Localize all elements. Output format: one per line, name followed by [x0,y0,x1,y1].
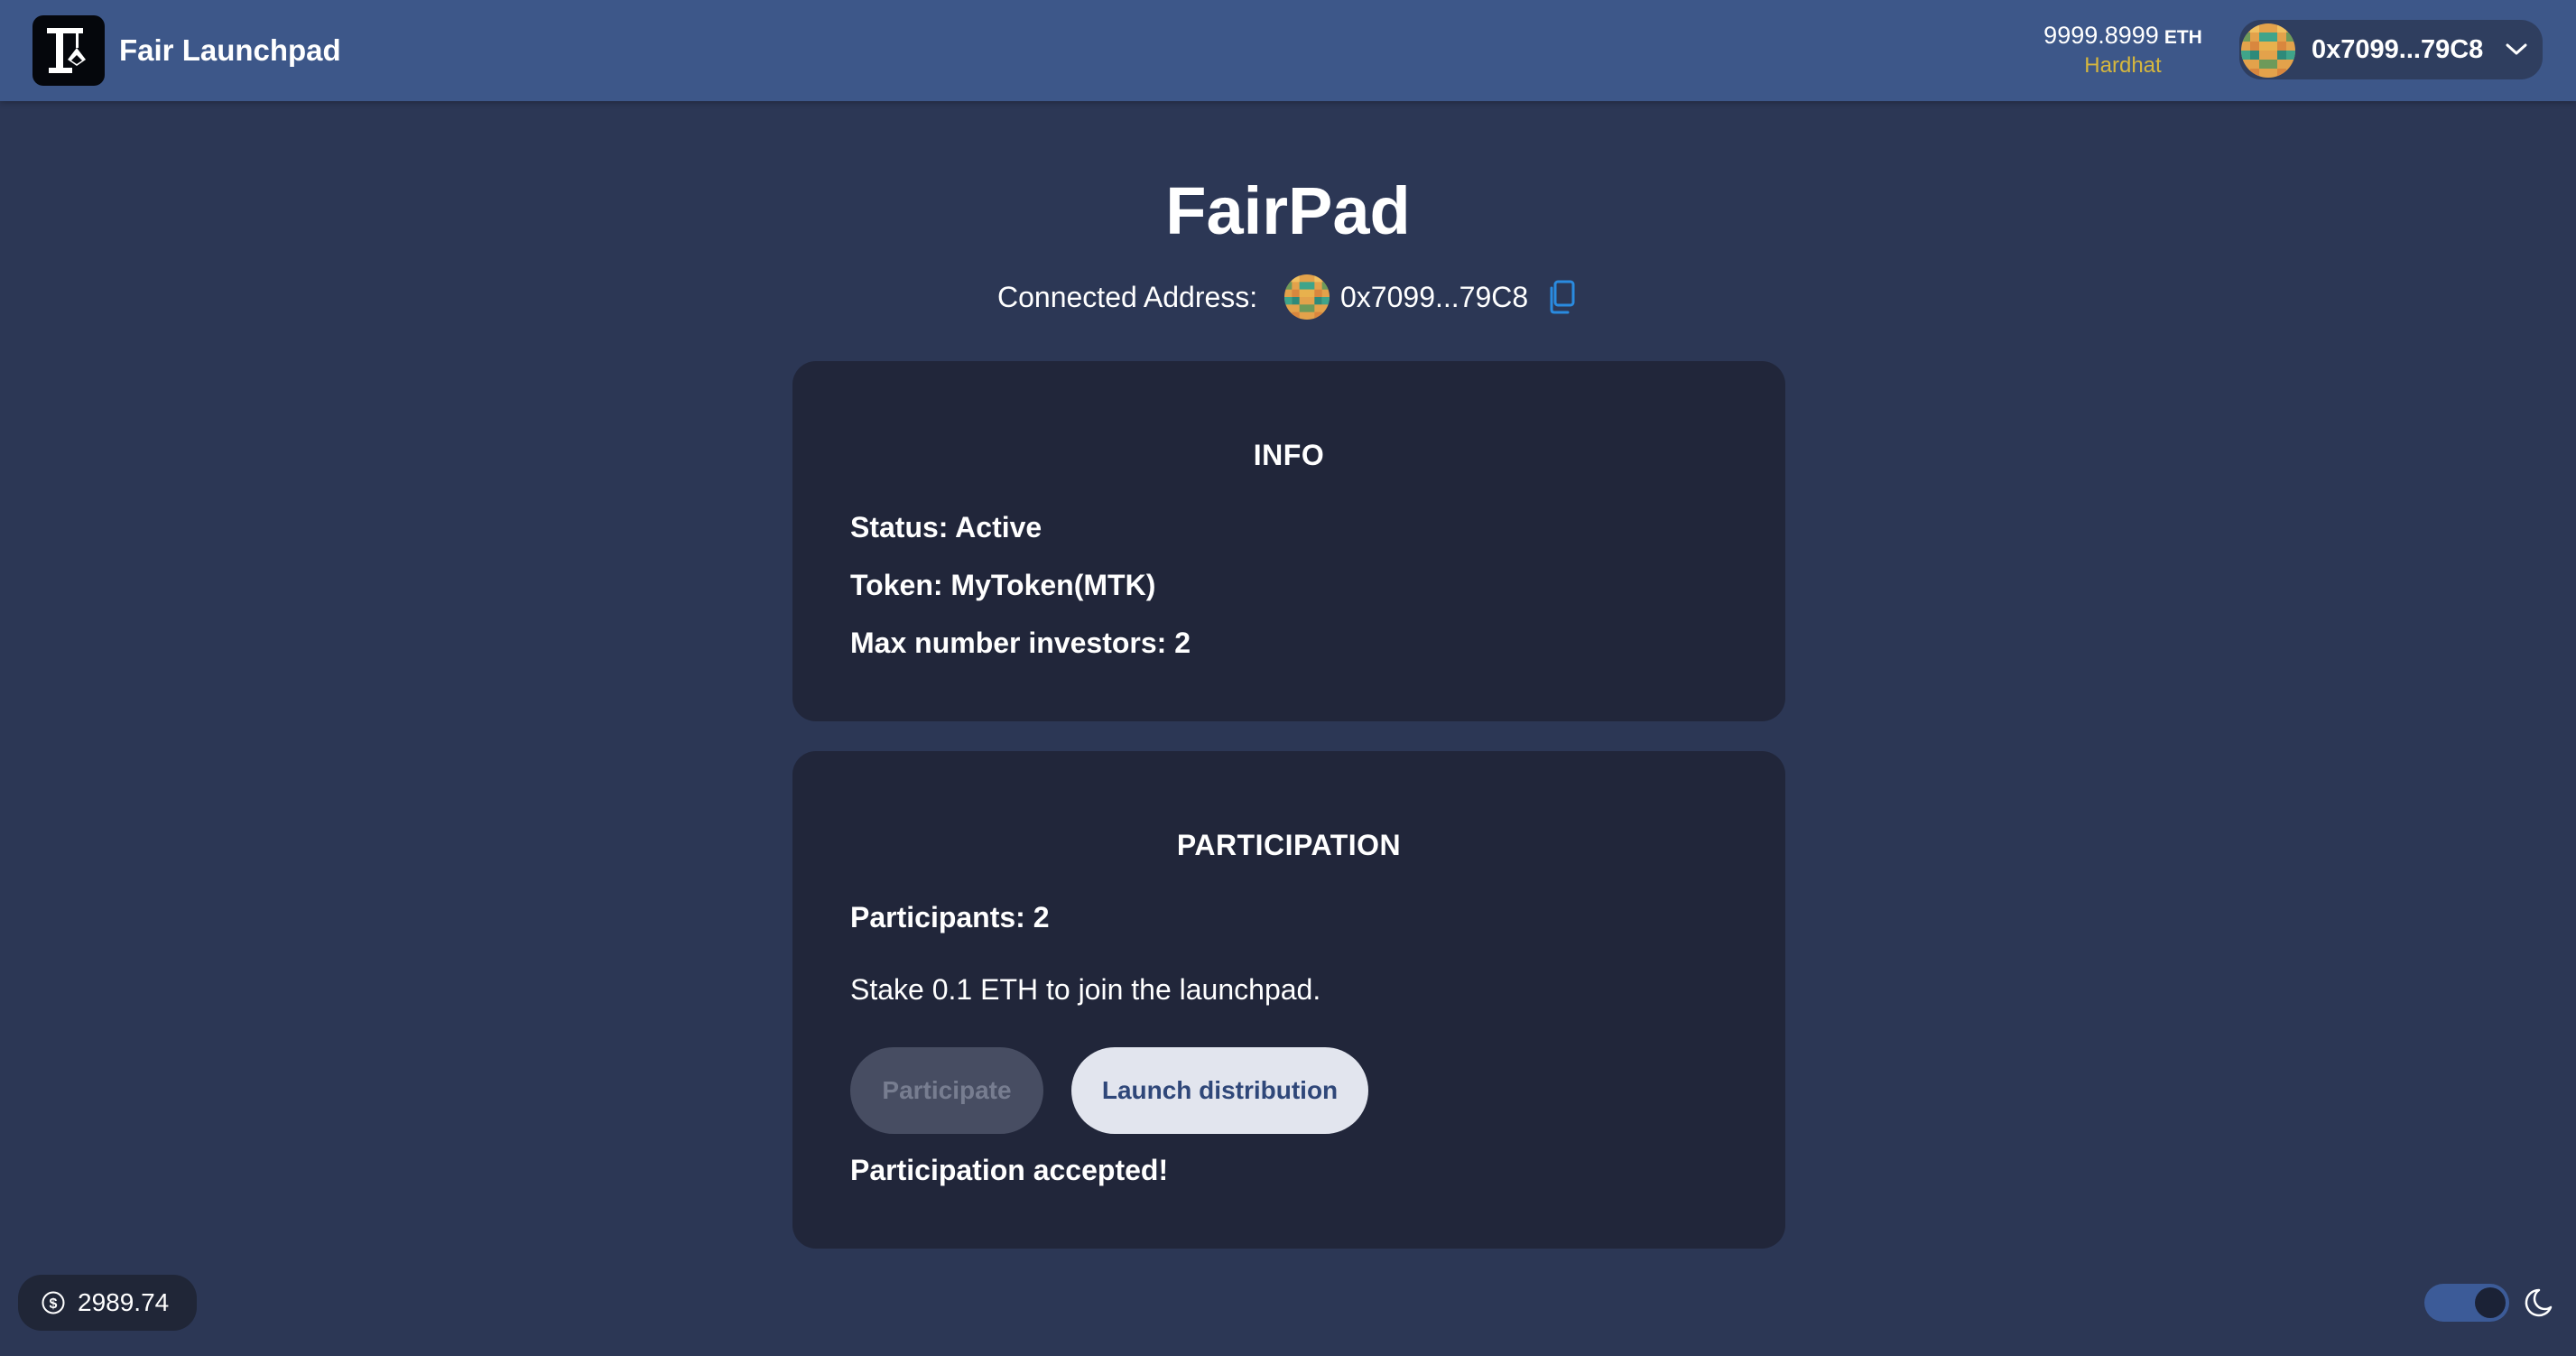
app-logo-icon[interactable] [32,15,105,86]
stake-instructions: Stake 0.1 ETH to join the launchpad. [850,973,1321,1006]
participation-status-message: Participation accepted! [850,1154,1169,1186]
avatar [2241,23,2295,82]
participate-button[interactable]: Participate [850,1047,1043,1134]
connected-address-value: 0x7099...79C8 [1340,281,1529,313]
participation-card: PARTICIPATION Participants: 2 Stake 0.1 … [792,751,1785,1249]
status-text: Status: Active [850,511,1042,543]
info-card: INFO Status: Active Token: MyToken(MTK) … [792,361,1785,721]
top-navbar: Fair Launchpad 9999.8999 ETH Hardhat 0x7… [0,0,2576,101]
eth-price-value: 2989.74 [78,1288,170,1316]
info-card-heading: INFO [1253,439,1325,471]
eth-price-badge: $ 2989.74 [18,1275,197,1331]
participants-text: Participants: 2 [850,901,1050,933]
max-investors-text: Max number investors: 2 [850,627,1191,659]
toggle-knob [2475,1287,2506,1318]
moon-icon [2524,1286,2558,1324]
dollar-icon: $ [42,1291,65,1314]
network-name: Hardhat [2084,53,2162,78]
page-title: FairPad [1165,173,1411,248]
account-address: 0x7099...79C8 [2312,35,2484,64]
token-text: Token: MyToken(MTK) [850,569,1156,601]
account-menu-button[interactable]: 0x7099...79C8 [2239,20,2543,79]
balance-amount: 9999.8999 [2043,22,2159,49]
launch-distribution-button[interactable]: Launch distribution [1071,1047,1368,1134]
chevron-down-icon [2505,42,2528,62]
copy-icon[interactable] [1546,280,1577,319]
svg-text:$: $ [50,1296,58,1312]
participation-card-heading: PARTICIPATION [1176,829,1402,861]
wallet-balance: 9999.8999 ETH Hardhat [2015,20,2231,79]
balance-unit: ETH [2164,27,2202,48]
avatar [1284,274,1330,324]
app-title[interactable]: Fair Launchpad [119,33,341,69]
theme-toggle[interactable] [2424,1284,2509,1322]
connected-address-label: Connected Address: [997,281,1258,313]
